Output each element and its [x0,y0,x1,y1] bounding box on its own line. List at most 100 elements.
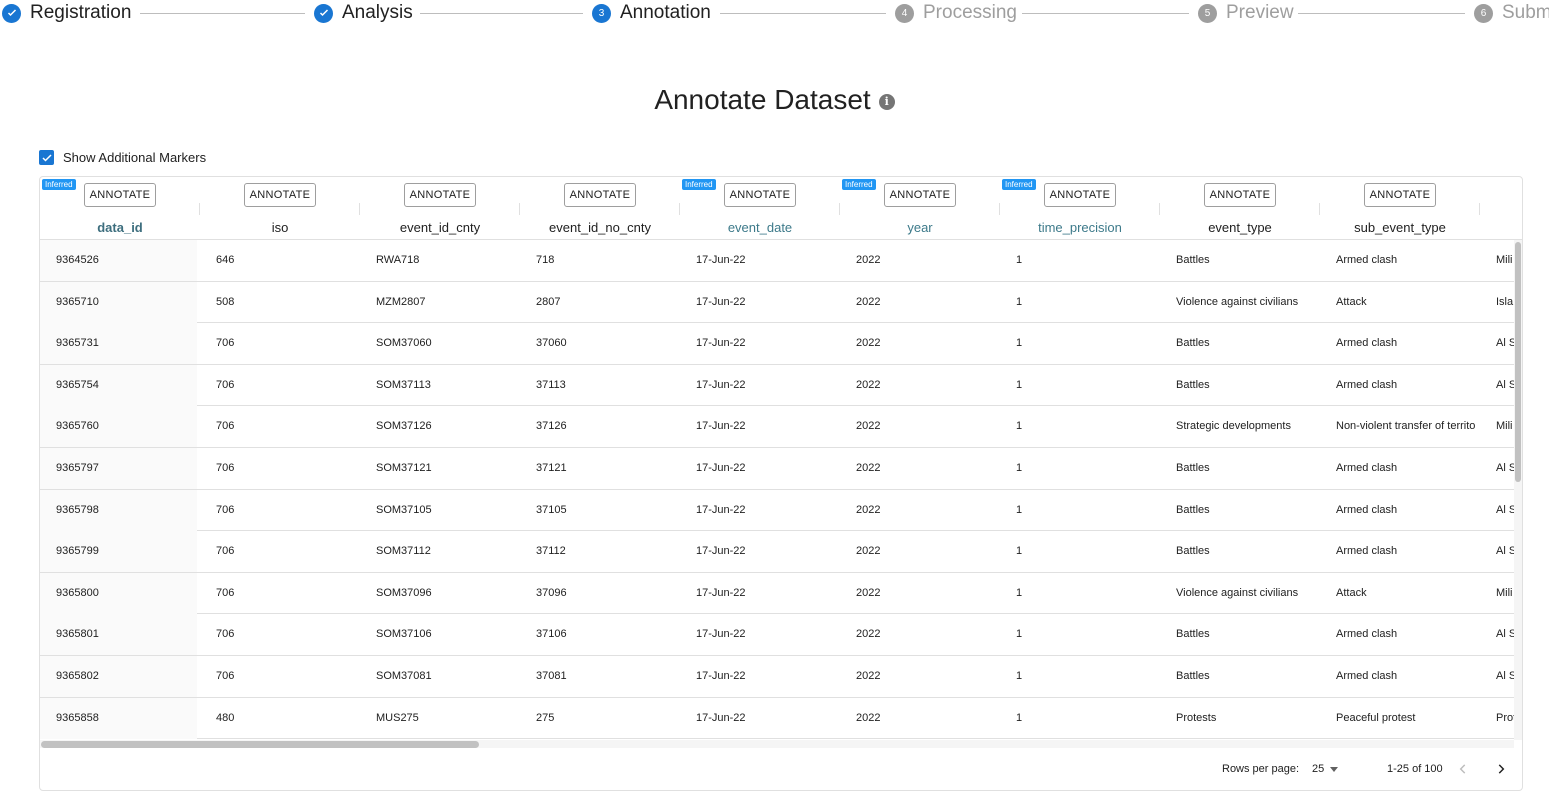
table-cell[interactable]: 2022 [840,406,1000,447]
step-0[interactable]: Registration [2,2,131,24]
show-additional-markers[interactable]: Show Additional Markers [39,150,206,165]
table-cell[interactable]: Battles [1160,240,1320,281]
table-cell[interactable]: 2022 [840,323,1000,364]
vertical-scrollbar[interactable] [1514,240,1522,740]
table-cell[interactable]: 37106 [520,614,680,655]
table-cell[interactable]: 1 [1000,531,1160,572]
table-cell[interactable]: 37126 [520,406,680,447]
table-cell[interactable]: 1 [1000,573,1160,614]
table-cell[interactable]: 1 [1000,490,1160,531]
table-cell[interactable]: 706 [200,573,360,614]
table-cell[interactable]: 646 [200,240,360,281]
table-cell[interactable]: SOM37121 [360,448,520,489]
table-cell[interactable]: 2022 [840,656,1000,697]
table-cell[interactable]: 1 [1000,656,1160,697]
table-cell[interactable]: Mili [1480,240,1514,281]
table-cell[interactable]: 9365802 [40,656,197,697]
table-cell[interactable]: 2022 [840,448,1000,489]
table-cell[interactable]: Battles [1160,614,1320,655]
table-cell[interactable]: 37105 [520,490,680,531]
table-cell[interactable]: 9365799 [40,531,197,573]
table-cell[interactable]: 17-Jun-22 [680,490,840,531]
table-cell[interactable]: 9365800 [40,572,197,614]
column-name[interactable]: iso [200,220,360,235]
annotate-button[interactable]: ANNOTATE [564,183,636,207]
table-cell[interactable]: MUS275 [360,698,520,739]
table-cell[interactable]: RWA718 [360,240,520,281]
column-name[interactable]: event_id_no_cnty [520,220,680,235]
table-cell[interactable]: Armed clash [1320,656,1480,697]
table-cell[interactable]: Al S [1480,365,1514,406]
table-cell[interactable]: 37081 [520,656,680,697]
table-cell[interactable]: Al S [1480,614,1514,655]
annotate-button[interactable]: ANNOTATE [84,183,156,207]
table-row[interactable]: 9365710 508 MZM2807 2807 17-Jun-22 2022 1 Viole… [40,281,1514,324]
next-page-button[interactable] [1491,759,1511,779]
annotate-button[interactable]: ANNOTATE [884,183,956,207]
table-cell[interactable]: 9365801 [40,614,197,656]
table-cell[interactable]: Battles [1160,448,1320,489]
table-cell[interactable]: SOM37112 [360,531,520,572]
table-cell[interactable]: 9365710 [40,281,197,323]
annotate-button[interactable]: ANNOTATE [724,183,796,207]
table-cell[interactable]: SOM37126 [360,406,520,447]
table-cell[interactable]: Prot [1480,698,1514,739]
table-row[interactable]: 9365801 706 SOM37106 37106 17-Jun-22 2022 1 Bat… [40,614,1514,656]
table-cell[interactable]: SOM37106 [360,614,520,655]
table-cell[interactable]: 17-Jun-22 [680,406,840,447]
table-row[interactable]: 9365799 706 SOM37112 37112 17-Jun-22 2022 1 Bat… [40,531,1514,573]
table-cell[interactable]: 706 [200,490,360,531]
table-cell[interactable]: 2022 [840,698,1000,739]
table-cell[interactable]: Battles [1160,656,1320,697]
table-cell[interactable]: 37060 [520,323,680,364]
table-cell[interactable]: 508 [200,282,360,323]
step-1[interactable]: Analysis [314,2,413,24]
column-name[interactable]: time_precision [1000,220,1160,235]
table-cell[interactable]: 706 [200,656,360,697]
step-2[interactable]: 3 Annotation [592,2,711,24]
table-cell[interactable]: Isla [1480,282,1514,323]
table-cell[interactable]: Al S [1480,656,1514,697]
annotate-button[interactable]: ANNOTATE [404,183,476,207]
table-row[interactable]: 9365858 480 MUS275 275 17-Jun-22 2022 1 Protest… [40,697,1514,740]
horizontal-scrollbar[interactable] [40,740,1514,748]
table-cell[interactable]: Battles [1160,490,1320,531]
step-4[interactable]: 5 Preview [1198,2,1294,24]
table-cell[interactable]: Non-violent transfer of territo [1320,406,1480,447]
table-row[interactable]: 9365797 706 SOM37121 37121 17-Jun-22 2022 1 Bat… [40,448,1514,490]
table-cell[interactable]: 706 [200,448,360,489]
column-name[interactable]: event_type [1160,220,1320,235]
table-cell[interactable]: Al S [1480,531,1514,572]
table-cell[interactable]: 2022 [840,573,1000,614]
table-cell[interactable]: 17-Jun-22 [680,698,840,739]
table-cell[interactable]: Al S [1480,323,1514,364]
table-cell[interactable]: 9365731 [40,323,197,365]
table-cell[interactable]: MZM2807 [360,282,520,323]
column-name[interactable]: event_date [680,220,840,235]
table-cell[interactable]: Protests [1160,698,1320,739]
table-cell[interactable]: 17-Jun-22 [680,323,840,364]
column-name[interactable]: event_id_cnty [360,220,520,235]
table-cell[interactable]: 480 [200,698,360,739]
table-cell[interactable]: 1 [1000,406,1160,447]
table-cell[interactable]: Attack [1320,282,1480,323]
table-cell[interactable]: 17-Jun-22 [680,282,840,323]
info-icon[interactable]: i [878,93,895,110]
vertical-scroll-thumb[interactable] [1515,242,1521,482]
table-cell[interactable]: 2807 [520,282,680,323]
table-row[interactable]: 9364526 646 RWA718 718 17-Jun-22 2022 1 Battles… [40,240,1514,282]
table-cell[interactable]: Armed clash [1320,531,1480,572]
table-cell[interactable]: 17-Jun-22 [680,531,840,572]
column-name[interactable]: sub_event_type [1320,220,1480,235]
table-cell[interactable]: Strategic developments [1160,406,1320,447]
table-cell[interactable]: 1 [1000,282,1160,323]
table-cell[interactable]: 9365798 [40,489,197,531]
table-cell[interactable]: 17-Jun-22 [680,614,840,655]
table-row[interactable]: 9365731 706 SOM37060 37060 17-Jun-22 2022 1 Bat… [40,323,1514,365]
table-cell[interactable]: 37112 [520,531,680,572]
table-cell[interactable]: 2022 [840,531,1000,572]
table-cell[interactable]: 1 [1000,614,1160,655]
table-cell[interactable]: SOM37096 [360,573,520,614]
table-cell[interactable]: Violence against civilians [1160,282,1320,323]
table-row[interactable]: 9365800 706 SOM37096 37096 17-Jun-22 2022 1 Vio… [40,572,1514,615]
